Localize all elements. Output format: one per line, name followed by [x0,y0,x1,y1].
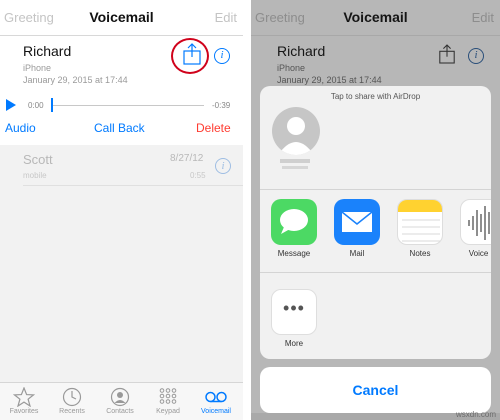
more-label: More [284,339,304,348]
tab-label: Favorites [9,408,39,415]
voicemail-date: 8/27/12 [170,153,204,164]
scrubber-track[interactable] [52,105,204,106]
play-icon[interactable] [6,99,16,111]
cancel-button[interactable]: Cancel [260,367,491,413]
time-elapsed: 0:00 [28,101,44,110]
voicemail-item[interactable]: Scott mobile 8/27/12 0:55 i [0,145,243,185]
divider [23,185,243,186]
tab-recents[interactable]: Recents [48,383,96,420]
tab-bar: Favorites Recents Contacts Keypad Voicem… [0,382,243,420]
message-icon [271,199,317,245]
edit-button[interactable]: Edit [215,10,237,25]
voicemail-screen: Greeting Voicemail Edit Richard iPhone J… [0,0,243,420]
caller-label: iPhone [277,63,306,73]
share-app-mail[interactable]: Mail [328,199,386,258]
caller-name: Richard [23,43,72,59]
share-app-voice-memos[interactable]: Voice M [454,199,491,258]
voicemail-date: January 29, 2015 at 17:44 [23,75,128,85]
info-icon[interactable]: i [214,48,230,64]
app-label: Message [277,249,311,258]
edit-button: Edit [471,10,494,25]
info-icon: i [468,48,484,64]
tab-label: Recents [59,408,85,415]
app-label: Voice M [468,249,491,258]
airdrop-contact-name-blurred [282,166,308,169]
more-button[interactable]: ••• More [265,289,323,348]
audio-button[interactable]: Audio [5,121,36,135]
caller-name: Richard [277,43,326,59]
share-icon[interactable] [182,43,202,65]
share-sheet: Tap to share with AirDrop Message Mail N… [260,86,491,359]
app-label: Notes [409,249,431,258]
airdrop-contact-avatar[interactable] [272,107,320,155]
nav-bar: Greeting Voicemail Edit [0,0,243,36]
caller-name: Scott [23,152,53,167]
divider [243,0,251,420]
keypad-icon [159,388,177,404]
voicemail-icon [205,391,227,403]
tab-label: Voicemail [201,408,231,415]
voice-memo-icon [460,199,491,245]
call-back-button[interactable]: Call Back [94,121,145,135]
watermark: wsxdn.com [455,410,496,419]
nav-bar: Greeting Voicemail Edit [251,0,500,36]
airdrop-contact-name-blurred [280,159,310,163]
time-remaining: -0:39 [212,101,231,110]
star-icon [13,387,35,407]
page-title: Voicemail [343,9,408,25]
app-label: Mail [349,249,365,258]
more-icon: ••• [271,289,317,335]
notes-icon [397,199,443,245]
voicemail-item-expanded[interactable]: Richard iPhone January 29, 2015 at 17:44… [0,36,243,145]
page-title: Voicemail [89,9,154,25]
tab-contacts[interactable]: Contacts [96,383,144,420]
mail-icon [334,199,380,245]
clock-icon [62,387,82,407]
share-app-message[interactable]: Message [265,199,323,258]
caller-label: mobile [23,171,47,180]
caller-label: iPhone [23,63,52,73]
airdrop-title: Tap to share with AirDrop [330,92,421,101]
tab-label: Keypad [156,408,180,415]
share-app-notes[interactable]: Notes [391,199,449,258]
info-icon[interactable]: i [215,158,231,174]
divider [260,272,491,273]
voicemail-duration: 0:55 [190,171,206,180]
share-icon [439,44,455,64]
divider [260,189,491,190]
tab-voicemail[interactable]: Voicemail [192,383,240,420]
tab-label: Contacts [106,408,134,415]
scrubber-handle[interactable] [51,98,53,112]
tab-keypad[interactable]: Keypad [144,383,192,420]
delete-button[interactable]: Delete [196,121,231,135]
tab-favorites[interactable]: Favorites [0,383,48,420]
share-sheet-screen: Greeting Voicemail Edit Richard iPhone J… [251,0,500,420]
person-icon [278,117,314,155]
voicemail-date: January 29, 2015 at 17:44 [277,75,382,85]
contacts-icon [110,387,130,407]
